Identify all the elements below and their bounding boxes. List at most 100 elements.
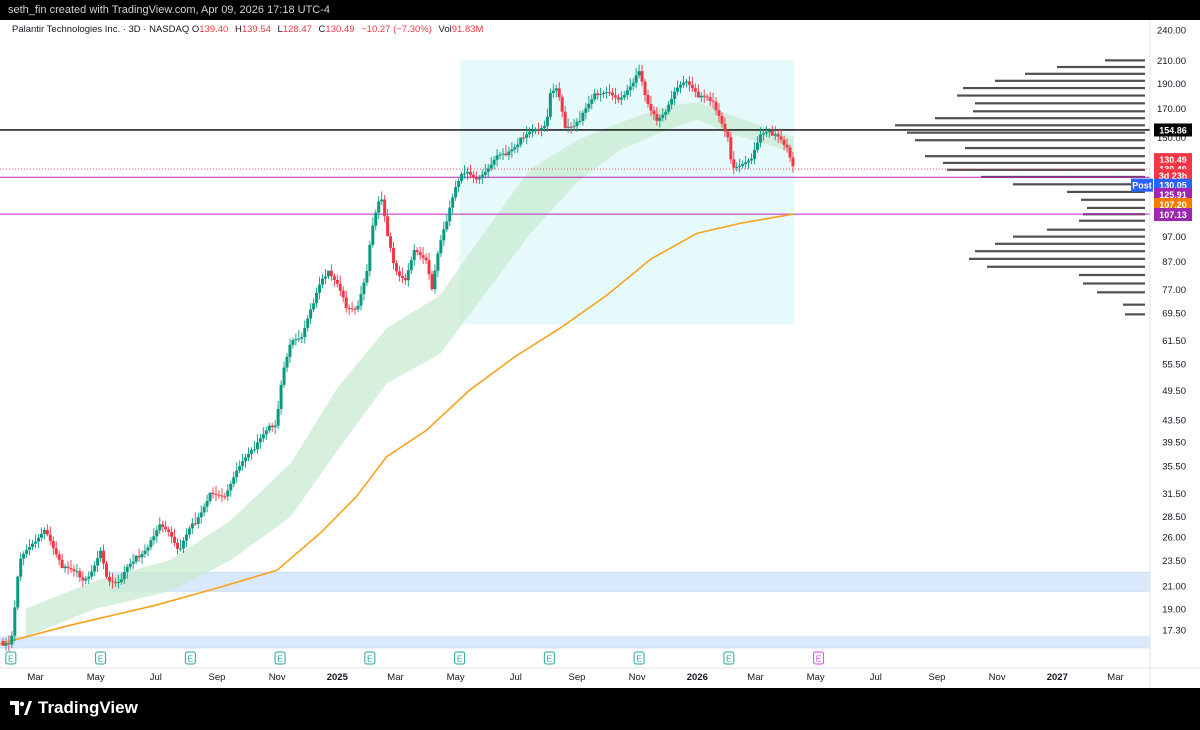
candle-down [335, 279, 339, 284]
candle-down [161, 524, 165, 527]
candle-down [714, 101, 718, 111]
volume-profile-bar [1087, 206, 1145, 210]
date-tick-label: 2027 [1047, 672, 1068, 683]
date-tick-label: Mar [387, 672, 403, 683]
price-tick-label: 19.00 [1162, 604, 1186, 615]
candle-up [498, 154, 502, 156]
candle-down [220, 495, 224, 497]
date-tick-label: 2025 [327, 672, 349, 683]
volume-profile-bar [935, 117, 1145, 120]
candle-up [531, 131, 535, 133]
candle-down [608, 92, 612, 94]
candle-up [312, 303, 316, 310]
candle-up [477, 177, 481, 180]
price-tick-label: 23.50 [1162, 556, 1186, 567]
candle-down [107, 576, 111, 582]
volume-profile-bar [943, 161, 1145, 164]
candle-up [273, 425, 277, 428]
candle-up [187, 528, 191, 535]
candle-up [252, 449, 256, 451]
candle-down [729, 137, 733, 160]
volume-profile-bar [1013, 235, 1145, 238]
candle-up [412, 250, 416, 261]
candle-up [551, 90, 555, 94]
candle-up [288, 344, 292, 357]
low-value: 128.47 [282, 24, 312, 35]
tradingview-logo[interactable]: TradingView [10, 698, 138, 718]
date-tick-label: May [447, 672, 465, 683]
candle-up [480, 174, 484, 178]
candle-down [341, 290, 345, 298]
candle-up [184, 534, 188, 541]
candle-down [596, 93, 600, 96]
price-tick-label: 240.00 [1157, 26, 1186, 37]
candle-down [690, 84, 694, 89]
candle-up [572, 126, 576, 128]
candle-up [119, 579, 123, 583]
candle-up [451, 197, 455, 208]
volume-profile-bar [1105, 59, 1145, 62]
candle-down [78, 571, 82, 578]
symbol-legend: Palantir Technologies Inc. · 3D · NASDAQ… [12, 24, 487, 35]
tradingview-brand: TradingView [38, 698, 138, 717]
candle-up [34, 541, 38, 544]
candle-up [634, 75, 638, 83]
candle-up [258, 438, 262, 443]
volume-profile [895, 59, 1145, 316]
date-tick-label: May [87, 672, 105, 683]
candle-up [196, 517, 200, 524]
price-chart[interactable]: E E E E E E E E E E240.00210.00190.00170.00150.00… [0, 20, 1200, 688]
candle-up [75, 571, 79, 573]
price-tick-label: 87.00 [1162, 257, 1186, 268]
price-tick-label: 43.50 [1162, 415, 1186, 426]
volume-profile-bar [915, 139, 1145, 142]
candle-down [652, 110, 656, 115]
candle-up [631, 82, 635, 87]
candle-down [347, 307, 351, 309]
candle-up [445, 221, 449, 230]
candle-up [501, 153, 505, 155]
candle-up [371, 225, 375, 245]
candle-down [60, 559, 64, 569]
candle-up [578, 120, 582, 122]
candle-up [128, 563, 132, 567]
candle-up [575, 121, 579, 127]
price-tick-label: 55.50 [1162, 360, 1186, 371]
volume-profile-bar [1025, 72, 1145, 75]
candle-up [178, 548, 182, 550]
candle-up [519, 137, 523, 145]
candle-up [545, 116, 549, 126]
date-tick-label: 2026 [687, 672, 708, 683]
candle-up [439, 240, 443, 254]
candle-down [170, 532, 174, 537]
candle-down [504, 153, 508, 156]
candle-up [303, 327, 307, 338]
candle-up [158, 524, 162, 531]
candle-up [321, 278, 325, 285]
volume-profile-bar [907, 131, 1145, 134]
candle-down [48, 534, 52, 541]
candle-up [22, 553, 26, 559]
candle-up [593, 93, 597, 100]
earnings-marker-label: E [457, 654, 463, 664]
date-tick-label: Mar [747, 672, 763, 683]
candle-down [270, 425, 274, 428]
volume-profile-bar [957, 94, 1145, 97]
chart-panel[interactable]: Palantir Technologies Inc. · 3D · NASDAQ… [0, 20, 1200, 688]
open-value: 139.40 [199, 24, 229, 35]
date-tick-label: Jul [510, 672, 522, 683]
candle-down [102, 550, 106, 564]
candle-down [646, 95, 650, 104]
candle-down [616, 97, 620, 100]
candle-up [155, 530, 159, 537]
candle-down [717, 110, 721, 117]
candle-up [84, 578, 88, 581]
earnings-marker-label: E [367, 654, 373, 664]
candle-up [140, 554, 144, 558]
symbol-name[interactable]: Palantir Technologies Inc. · 3D · NASDAQ [12, 24, 189, 35]
volume-profile-bar [975, 250, 1145, 253]
earnings-marker-label: E [188, 654, 194, 664]
candle-up [442, 229, 446, 241]
candle-up [365, 270, 369, 283]
earnings-marker-label: E [98, 654, 104, 664]
